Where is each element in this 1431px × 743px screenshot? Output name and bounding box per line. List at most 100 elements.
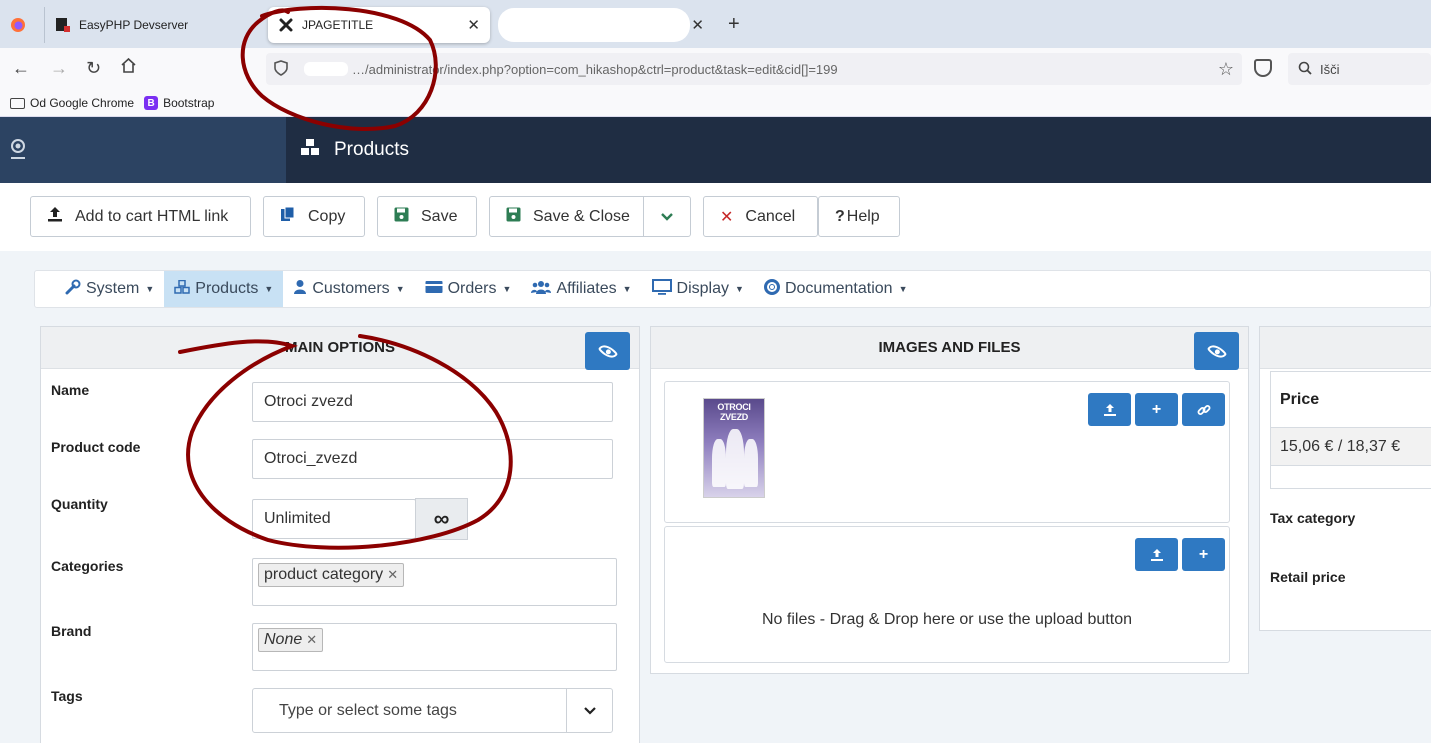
name-field[interactable]: Otroci zvezd: [252, 382, 613, 422]
bookmark-label: Bootstrap: [163, 96, 215, 110]
pocket-icon[interactable]: [1254, 59, 1272, 77]
button-label: Save & Close: [533, 207, 630, 225]
logo-icon[interactable]: [10, 137, 26, 163]
toggle-visibility-button[interactable]: [1194, 332, 1239, 370]
new-tab-icon[interactable]: +: [728, 13, 740, 36]
menu-orders[interactable]: Orders ▼: [415, 271, 522, 307]
button-label: Copy: [308, 207, 346, 225]
remove-chip-icon[interactable]: ✕: [387, 567, 398, 583]
menu-products[interactable]: Products ▼: [164, 271, 284, 307]
price-value[interactable]: 15,06 € / 18,37 €: [1271, 428, 1431, 466]
upload-image-button[interactable]: [1088, 393, 1131, 426]
close-tab-icon[interactable]: ✕: [467, 16, 480, 34]
add-file-button[interactable]: +: [1182, 538, 1225, 571]
figure-shape: [712, 439, 726, 487]
question-icon: ?: [835, 207, 845, 225]
button-label: Save: [421, 207, 458, 225]
button-label: Help: [846, 207, 880, 225]
category-chip: product category ✕: [258, 563, 405, 587]
add-image-button[interactable]: +: [1135, 393, 1178, 426]
bookmark-bootstrap[interactable]: B Bootstrap: [144, 96, 214, 110]
quantity-field[interactable]: Unlimited: [252, 499, 416, 539]
floppy-icon: [506, 207, 521, 227]
price-table: Price 15,06 € / 18,37 €: [1270, 371, 1431, 489]
close-icon: ✕: [720, 208, 734, 226]
brand-label: Brand: [51, 623, 92, 639]
chip-label: product category: [264, 566, 384, 583]
retail-price-label: Retail price: [1270, 569, 1346, 585]
menu-system[interactable]: System ▼: [55, 271, 164, 307]
save-button[interactable]: Save: [377, 196, 477, 237]
panel-header: MAIN OPTIONS: [41, 327, 639, 369]
cancel-button[interactable]: ✕ Cancel: [703, 196, 818, 237]
menu-documentation[interactable]: Documentation ▼: [754, 271, 918, 307]
upload-icon: [47, 206, 63, 227]
caret-down-icon: ▼: [264, 284, 274, 294]
files-box[interactable]: + No files - Drag & Drop here or use the…: [664, 526, 1230, 663]
upload-icon: [1103, 403, 1116, 416]
life-ring-icon: [763, 278, 780, 300]
product-image-thumbnail[interactable]: OTROCI ZVEZD: [703, 398, 765, 498]
admin-header: Products: [0, 117, 1431, 183]
wrench-icon: [65, 279, 81, 300]
tags-label: Tags: [51, 688, 83, 704]
chevron-down-icon[interactable]: [643, 197, 690, 236]
menu-label: Customers: [312, 280, 390, 297]
floppy-icon: [394, 207, 409, 227]
remove-chip-icon[interactable]: ✕: [306, 632, 317, 648]
upload-file-button[interactable]: [1135, 538, 1178, 571]
figure-shape: [744, 439, 758, 487]
brand-field[interactable]: None ✕: [252, 623, 617, 671]
price-header: Price: [1271, 372, 1431, 428]
close-tab-icon[interactable]: ✕: [691, 16, 704, 34]
product-code-label: Product code: [51, 439, 141, 455]
bookmark-google-chrome[interactable]: Od Google Chrome: [10, 96, 134, 110]
price-panel: Price 15,06 € / 18,37 € Tax category Ret…: [1259, 326, 1431, 631]
eye-icon: [1206, 340, 1227, 362]
panel-header: [1260, 327, 1431, 369]
page-title-text: Products: [334, 138, 409, 160]
link-image-button[interactable]: [1182, 393, 1225, 426]
firefox-menu-tab[interactable]: [10, 7, 30, 43]
menu-display[interactable]: Display ▼: [642, 271, 754, 307]
menu-label: Display: [676, 280, 730, 297]
product-code-field[interactable]: Otroci_zvezd: [252, 439, 613, 479]
hikashop-menu: System ▼ Products ▼ Customers ▼ Orders ▼ Aff…: [34, 270, 1431, 308]
browser-tab-bar: EasyPHP Devserver JPAGETITLE ✕ ✕ +: [0, 0, 1431, 48]
panel-title: MAIN OPTIONS: [284, 339, 395, 356]
tax-category-label: Tax category: [1270, 510, 1356, 526]
back-arrow-icon[interactable]: ←: [12, 58, 30, 79]
tab-easyphp[interactable]: EasyPHP Devserver: [44, 7, 264, 43]
link-icon: [1197, 404, 1210, 415]
chevron-down-icon[interactable]: [566, 689, 612, 732]
figure-shape: [726, 429, 744, 489]
bookmark-star-icon[interactable]: ☆: [1218, 59, 1234, 80]
tab-redacted[interactable]: ✕: [500, 7, 710, 43]
home-icon[interactable]: [120, 57, 137, 79]
address-bar[interactable]: …/administrator/index.php?option=com_hik…: [266, 53, 1242, 85]
bookmark-label: Od Google Chrome: [30, 96, 135, 110]
forward-arrow-icon[interactable]: →: [50, 58, 68, 79]
menu-affiliates[interactable]: Affiliates ▼: [521, 271, 641, 307]
caret-down-icon: ▼: [502, 284, 512, 294]
copy-button[interactable]: Copy: [263, 196, 365, 237]
plus-icon: +: [1151, 400, 1162, 418]
credit-card-icon: [425, 280, 443, 299]
menu-customers[interactable]: Customers ▼: [283, 271, 414, 307]
images-box: OTROCI ZVEZD +: [664, 381, 1230, 523]
search-placeholder: Išči: [1320, 61, 1340, 77]
tags-select[interactable]: Type or select some tags: [252, 688, 613, 733]
eye-icon: [597, 340, 618, 362]
help-button[interactable]: ? Help: [818, 196, 900, 237]
categories-field[interactable]: product category ✕: [252, 558, 617, 606]
reload-icon[interactable]: ↻: [86, 58, 101, 79]
tab-jpagetitle[interactable]: JPAGETITLE ✕: [268, 7, 490, 43]
save-and-close-button[interactable]: Save & Close: [489, 196, 691, 237]
infinity-icon: ∞: [433, 506, 450, 531]
search-input[interactable]: Išči: [1288, 53, 1431, 85]
menu-label: System: [86, 280, 140, 297]
toggle-visibility-button[interactable]: [585, 332, 630, 370]
add-to-cart-html-link-button[interactable]: Add to cart HTML link: [30, 196, 251, 237]
unlimited-toggle-button[interactable]: ∞: [415, 498, 468, 540]
tab-label: JPAGETITLE: [302, 18, 374, 32]
